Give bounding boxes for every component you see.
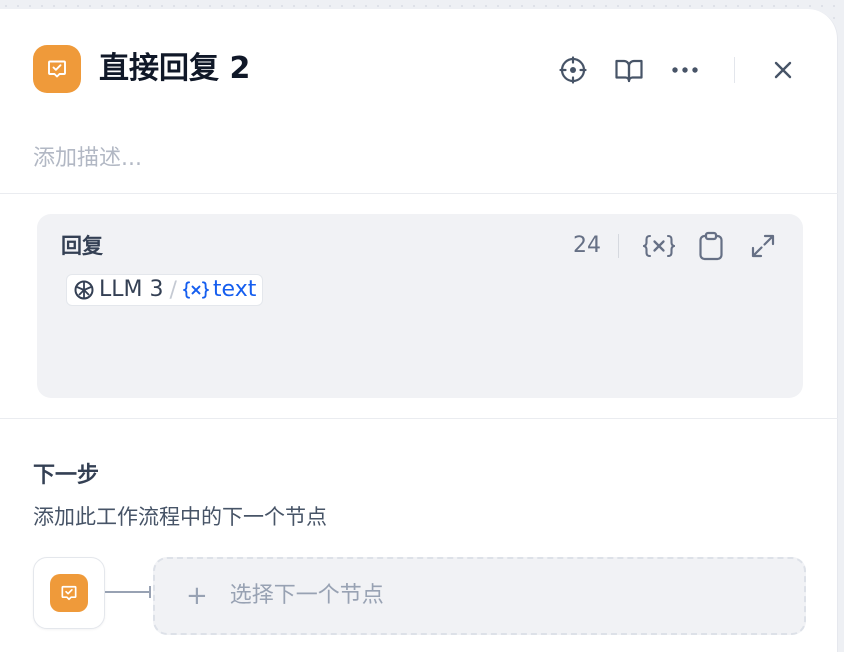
char-count: 24 — [573, 233, 601, 258]
more-horizontal-icon — [672, 67, 698, 73]
plus-icon: + — [186, 581, 208, 611]
description-input[interactable]: 添加描述... — [33, 141, 142, 177]
insert-variable-button[interactable] — [641, 228, 677, 264]
expand-button[interactable] — [745, 228, 781, 264]
reply-label: 回复 — [61, 234, 103, 258]
node-config-panel: 直接回复 2 添加描述... 回复 24 LLM 3 / text 下一步 添加… — [0, 9, 838, 652]
variable-icon — [643, 234, 675, 258]
llm-node-icon — [74, 280, 94, 300]
locate-node-button[interactable] — [556, 53, 590, 87]
variable-name: text — [212, 277, 257, 302]
clipboard-icon — [699, 231, 723, 261]
section-divider — [0, 418, 838, 419]
answer-node-icon — [33, 45, 81, 93]
node-title[interactable]: 直接回复 2 — [99, 49, 250, 89]
close-button[interactable] — [766, 53, 800, 87]
variable-separator: / — [169, 277, 177, 303]
header-divider — [734, 57, 735, 83]
toolbar-divider — [618, 234, 619, 258]
copy-button[interactable] — [693, 228, 729, 264]
select-next-node-label: 选择下一个节点 — [229, 583, 384, 608]
current-node-card — [33, 557, 105, 629]
section-divider — [0, 193, 838, 194]
expand-icon — [751, 234, 775, 258]
crosshair-icon — [559, 56, 587, 84]
help-docs-button[interactable] — [612, 53, 646, 87]
answer-node-icon — [50, 574, 88, 612]
more-button[interactable] — [668, 53, 702, 87]
variable-node-name: LLM 3 — [99, 277, 164, 302]
close-icon — [774, 61, 792, 79]
select-next-node-button[interactable]: + 选择下一个节点 — [153, 557, 806, 635]
node-connector — [105, 586, 151, 598]
next-step-title: 下一步 — [33, 463, 100, 488]
reply-editor[interactable]: 回复 24 LLM 3 / text — [37, 214, 803, 398]
book-open-icon — [615, 59, 643, 83]
variable-reference-chip[interactable]: LLM 3 / text — [66, 274, 264, 306]
next-step-description: 添加此工作流程中的下一个节点 — [33, 505, 327, 529]
variable-type-icon — [182, 281, 209, 299]
